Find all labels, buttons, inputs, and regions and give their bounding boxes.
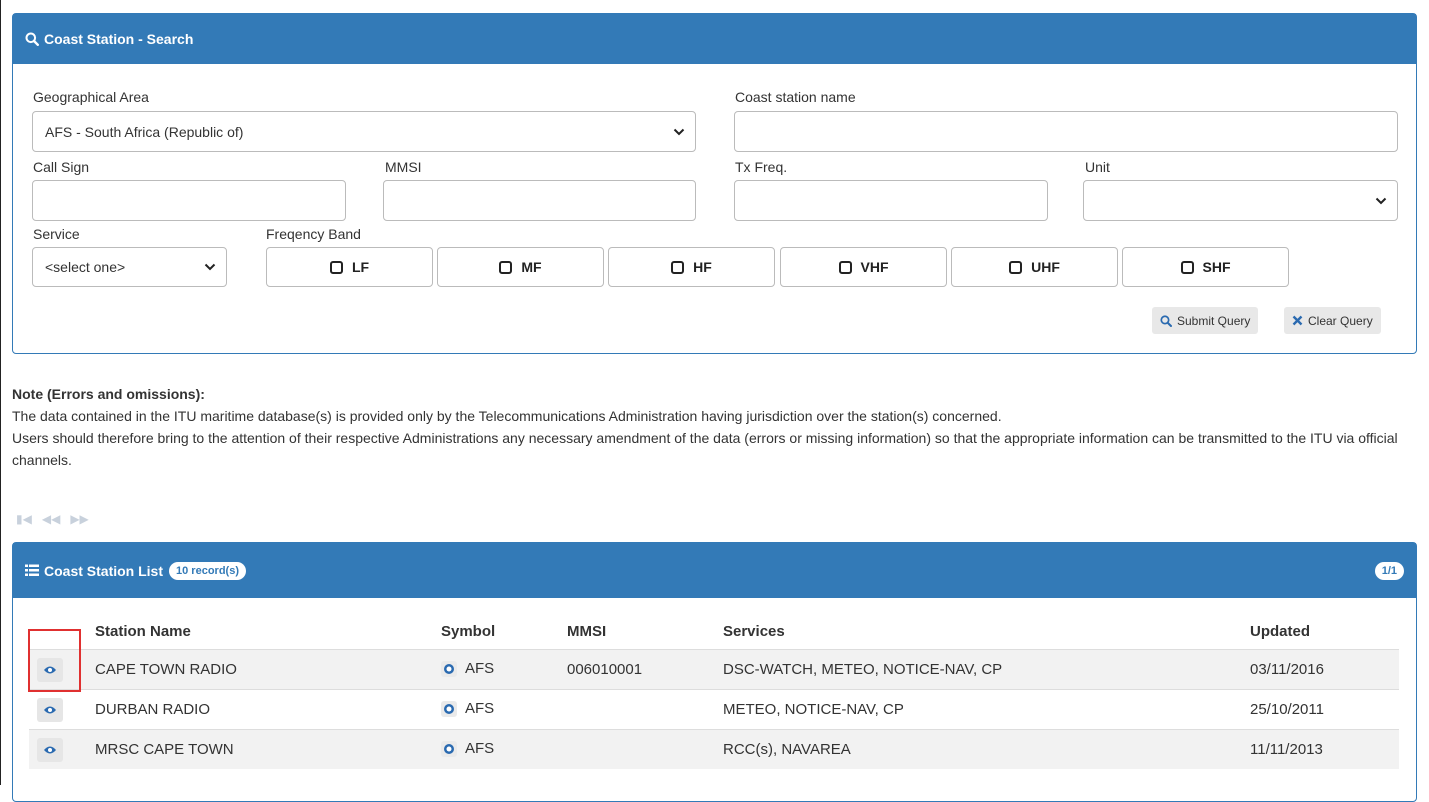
band-label: LF [351, 259, 370, 275]
table-row: MRSC CAPE TOWN AFS RCC(s), NAVAREA 11/11… [29, 729, 1399, 769]
band-label: MF [521, 259, 542, 275]
list-icon [25, 564, 39, 577]
pagination: ▮◀ ◀◀ ▶▶ [16, 512, 89, 526]
band-option-lf[interactable]: LF [266, 247, 433, 287]
submit-query-label: Submit Query [1177, 313, 1251, 328]
mmsi-input[interactable] [383, 180, 696, 221]
column-header-station-name: Station Name [95, 622, 191, 640]
view-eye-icon[interactable] [37, 697, 63, 722]
compass-icon[interactable] [441, 660, 457, 677]
service-value: <select one> [45, 259, 126, 275]
updated-cell: 25/10/2011 [1242, 689, 1399, 730]
table-header-row: Station Name Symbol MMSI Services Update… [29, 613, 1399, 650]
station-name-label: Coast station name [735, 89, 856, 105]
note-line-2: Users should therefore bring to the atte… [12, 430, 1398, 468]
geo-area-label: Geographical Area [33, 89, 149, 105]
services-cell: RCC(s), NAVAREA [715, 729, 1242, 769]
radio-icon [1180, 260, 1194, 274]
note-section: Note (Errors and omissions): The data co… [12, 383, 1422, 471]
chevron-down-icon [1375, 197, 1387, 205]
geo-area-value: AFS - South Africa (Republic of) [45, 123, 244, 140]
submit-query-button[interactable]: Submit Query [1152, 307, 1259, 334]
updated-cell: 11/11/2013 [1242, 729, 1399, 769]
station-table: Station Name Symbol MMSI Services Update… [29, 613, 1399, 769]
chevron-down-icon [673, 128, 685, 136]
band-label: HF [693, 259, 712, 275]
search-panel-title: Coast Station - Search [44, 31, 194, 47]
updated-cell: 03/11/2016 [1242, 649, 1399, 690]
radio-icon [671, 260, 685, 274]
column-header-view [29, 613, 87, 650]
compass-icon[interactable] [441, 740, 457, 757]
unit-select[interactable] [1083, 180, 1398, 221]
station-name-cell: CAPE TOWN RADIO [87, 649, 433, 690]
services-cell: DSC-WATCH, METEO, NOTICE-NAV, CP [715, 649, 1242, 690]
page-count-badge: 1/1 [1374, 561, 1404, 580]
service-select[interactable]: <select one> [32, 247, 227, 287]
table-row: DURBAN RADIO AFS METEO, NOTICE-NAV, CP 2… [29, 689, 1399, 730]
mmsi-label: MMSI [385, 159, 422, 175]
column-header-services: Services [723, 622, 785, 640]
search-icon [1160, 314, 1172, 327]
list-panel-header: Coast Station List 10 record(s) 1/1 [13, 543, 1416, 598]
radio-icon [499, 260, 513, 274]
symbol-cell: AFS [441, 660, 494, 677]
symbol-cell: AFS [441, 740, 494, 757]
unit-label: Unit [1085, 159, 1110, 175]
band-label: SHF [1202, 259, 1231, 275]
symbol-text: AFS [465, 660, 495, 678]
frequency-band-label: Freqency Band [266, 226, 361, 242]
call-sign-label: Call Sign [33, 159, 90, 175]
tx-freq-label: Tx Freq. [735, 159, 788, 175]
symbol-text: AFS [465, 740, 495, 758]
band-option-hf[interactable]: HF [608, 247, 775, 287]
list-panel-title: Coast Station List [44, 562, 164, 579]
search-panel-header: Coast Station - Search [13, 14, 1416, 64]
chevron-down-icon [204, 263, 216, 271]
service-label: Service [33, 226, 80, 242]
table-row: CAPE TOWN RADIO AFS 006010001 DSC-WATCH,… [29, 649, 1399, 690]
record-count-badge: 10 record(s) [169, 561, 246, 580]
band-option-shf[interactable]: SHF [1122, 247, 1289, 287]
station-name-cell: MRSC CAPE TOWN [87, 729, 433, 769]
station-name-cell: DURBAN RADIO [87, 689, 433, 730]
column-header-mmsi: MMSI [567, 622, 607, 640]
radio-icon [1009, 260, 1023, 274]
close-icon [1292, 315, 1303, 326]
clear-query-label: Clear Query [1308, 313, 1373, 328]
next-page-icon[interactable]: ▶▶ [70, 512, 88, 526]
previous-page-icon[interactable]: ◀◀ [42, 512, 60, 526]
search-icon [25, 32, 39, 46]
radio-icon [838, 260, 852, 274]
services-cell: METEO, NOTICE-NAV, CP [715, 689, 1242, 730]
view-eye-icon[interactable] [37, 657, 63, 682]
station-name-input[interactable] [734, 111, 1398, 152]
list-panel: Coast Station List 10 record(s) 1/1 Stat… [12, 542, 1417, 802]
note-title: Note (Errors and omissions): [12, 386, 205, 402]
band-option-uhf[interactable]: UHF [951, 247, 1118, 287]
mmsi-cell [559, 729, 715, 769]
first-page-icon[interactable]: ▮◀ [16, 512, 32, 526]
column-header-symbol: Symbol [441, 622, 496, 640]
clear-query-button[interactable]: Clear Query [1284, 307, 1381, 334]
call-sign-input[interactable] [32, 180, 346, 221]
note-line-1: The data contained in the ITU maritime d… [12, 408, 1002, 424]
view-eye-icon[interactable] [37, 737, 63, 762]
mmsi-cell: 006010001 [559, 649, 715, 690]
geo-area-select[interactable]: AFS - South Africa (Republic of) [32, 111, 696, 152]
radio-icon [329, 260, 343, 274]
band-label: VHF [860, 259, 889, 275]
symbol-text: AFS [465, 700, 495, 718]
band-option-mf[interactable]: MF [437, 247, 604, 287]
band-option-vhf[interactable]: VHF [780, 247, 947, 287]
symbol-cell: AFS [441, 700, 494, 717]
tx-freq-input[interactable] [734, 180, 1048, 221]
column-header-updated: Updated [1250, 622, 1310, 640]
compass-icon[interactable] [441, 700, 457, 717]
mmsi-cell [559, 689, 715, 730]
search-panel: Coast Station - Search Geographical Area… [12, 13, 1417, 354]
band-label: UHF [1031, 259, 1060, 275]
